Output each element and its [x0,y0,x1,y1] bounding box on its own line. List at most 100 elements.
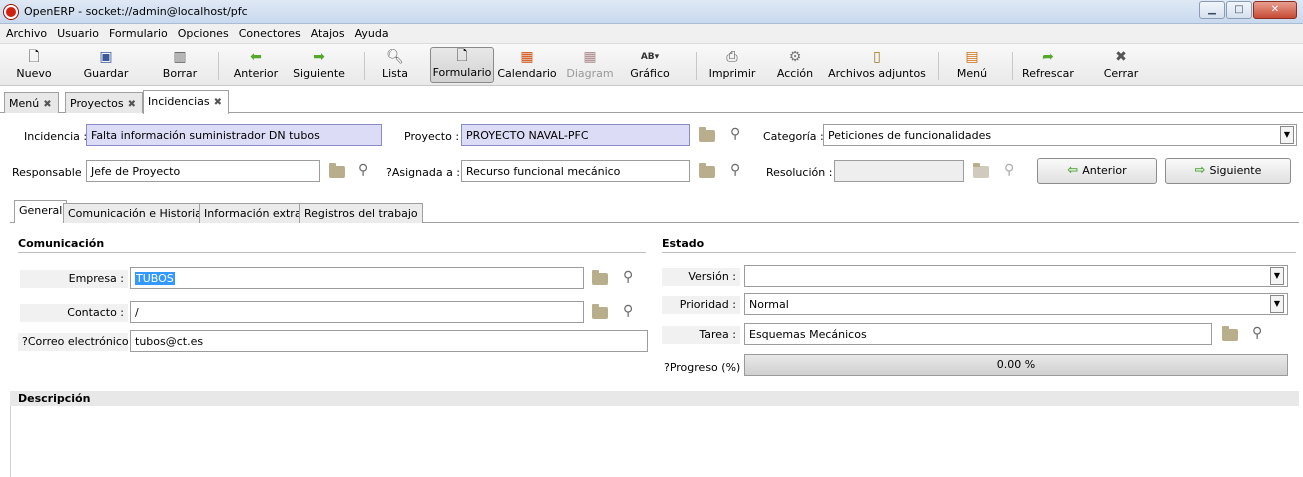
menu-opciones[interactable]: Opciones [178,27,229,40]
save-icon: ▣ [99,49,113,65]
arrow-right-icon: ⇨ [1194,163,1206,178]
search-icon[interactable]: ⚲ [1252,326,1266,340]
close-button[interactable]: ✖ Cerrar [1100,47,1142,83]
menu-archivo[interactable]: Archivo [6,27,47,40]
progress-text: 0.00 % [996,358,1036,371]
refresh-icon: ➦ [1042,49,1054,65]
tab-incidencias-label: Incidencias [148,95,210,108]
close-icon: ✖ [1115,49,1127,65]
folder-icon[interactable] [592,270,608,285]
menu-usuario[interactable]: Usuario [57,27,99,40]
graph-view-label: Gráfico [630,67,670,80]
empresa-label: Empresa : [20,270,128,288]
tab-comunicacion-historial[interactable]: Comunicación e Historial [63,203,210,223]
folder-icon[interactable] [329,163,345,178]
search-icon[interactable]: ⚲ [623,270,637,284]
asignada-label: ?Asignada a : [386,166,461,179]
folder-icon[interactable] [592,304,608,319]
search-icon[interactable]: ⚲ [623,304,637,318]
proyecto-label: Proyecto : [404,130,460,143]
prioridad-select[interactable]: Normal [744,293,1288,315]
responsable-label: Responsable : [12,166,89,179]
window-controls: ▁ □ ✕ [1198,1,1297,19]
refresh-button[interactable]: ➦ Refrescar [1020,47,1076,83]
menu-button[interactable]: ▤ Menú [952,47,992,83]
empresa-field[interactable]: TUBOS [130,267,584,289]
close-tab-icon[interactable]: ✖ [43,99,51,110]
toolbar-separator [1012,52,1013,80]
print-button[interactable]: ⎙ Imprimir [706,47,758,83]
list-view-label: Lista [382,67,408,80]
openerp-logo-icon [4,5,18,19]
incidencia-field[interactable]: Falta información suministrador DN tubos [86,124,382,146]
minimize-button[interactable]: ▁ [1199,1,1225,19]
chevron-down-icon[interactable]: ▼ [1270,295,1284,313]
close-tab-icon[interactable]: ✖ [128,99,136,110]
diagram-view-label: Diagram [566,67,614,80]
asignada-field[interactable]: Recurso funcional mecánico [461,160,690,182]
tab-informacion-extra[interactable]: Información extra [199,203,307,223]
prioridad-label: Prioridad : [662,296,740,314]
categoria-select[interactable]: Peticiones de funcionalidades [823,124,1297,146]
search-icon[interactable]: ⚲ [730,163,744,177]
tab-proyectos[interactable]: Proyectos ✖ [65,92,143,113]
chevron-down-icon[interactable]: ▼ [1270,267,1284,285]
list-view-button[interactable]: 🔍︎ Lista [378,47,412,83]
previous-record-button[interactable]: ⇦ Anterior [1037,158,1157,184]
toolbar-separator [938,52,939,80]
new-button-label: Nuevo [16,67,52,80]
close-tab-icon[interactable]: ✖ [214,97,222,108]
diagram-icon: ▦ [583,49,597,65]
tab-registros-trabajo[interactable]: Registros del trabajo [299,203,423,223]
tarea-field[interactable]: Esquemas Mecánicos [744,323,1212,345]
proyecto-field[interactable]: PROYECTO NAVAL-PFC [461,124,690,146]
graph-icon: AB▾ [640,52,660,62]
graph-view-button[interactable]: AB▾ Gráfico [626,47,674,83]
refresh-button-label: Refrescar [1022,67,1074,80]
calendar-view-button[interactable]: ▦ Calendario [497,47,557,83]
close-button-label: Cerrar [1103,67,1139,80]
empresa-value: TUBOS [135,272,175,285]
save-button[interactable]: ▣ Guardar [80,47,132,83]
folder-icon[interactable] [1222,326,1238,341]
next-button[interactable]: ➡ Siguiente [290,47,348,83]
menu-ayuda[interactable]: Ayuda [355,27,389,40]
correo-field[interactable]: tubos@ct.es [130,330,648,352]
folder-icon[interactable] [699,127,715,142]
printer-icon: ⎙ [726,49,738,65]
estado-section-title: Estado [662,237,1296,253]
tab-menu[interactable]: Menú ✖ [4,92,59,113]
next-record-button[interactable]: ⇨ Siguiente [1165,158,1291,184]
tarea-label: Tarea : [662,326,740,344]
tab-incidencias[interactable]: Incidencias ✖ [143,90,230,114]
close-window-button[interactable]: ✕ [1253,1,1297,19]
maximize-button[interactable]: □ [1226,1,1252,19]
tab-general[interactable]: General [14,200,68,223]
folder-icon[interactable] [699,163,715,178]
delete-button[interactable]: ▥ Borrar [160,47,200,83]
menu-atajos[interactable]: Atajos [311,27,345,40]
chevron-down-icon[interactable]: ▼ [1280,126,1294,144]
descripcion-textarea[interactable] [10,406,1299,477]
previous-button[interactable]: ⬅ Anterior [230,47,282,83]
print-button-label: Imprimir [708,67,756,80]
form-view-button[interactable]: 🗋 Formulario [430,47,494,83]
tab-menu-label: Menú [9,97,40,110]
resolucion-label: Resolución : [766,166,833,179]
toolbar-separator [218,52,219,80]
menu-conectores[interactable]: Conectores [239,27,301,40]
search-icon[interactable]: ⚲ [730,127,744,141]
attachments-button[interactable]: ▯ Archivos adjuntos [823,47,931,83]
magnifier-icon: 🔍︎ [386,49,404,65]
search-icon[interactable]: ⚲ [358,163,372,177]
responsable-field[interactable]: Jefe de Proyecto [86,160,320,182]
action-button[interactable]: ⚙ Acción [774,47,816,83]
action-button-label: Acción [776,67,814,80]
menu-formulario[interactable]: Formulario [109,27,168,40]
diagram-view-button[interactable]: ▦ Diagram [565,47,615,83]
arrow-left-icon: ⬅ [250,49,262,65]
contacto-field[interactable]: / [130,301,584,323]
resolucion-field[interactable] [834,160,964,182]
new-button[interactable]: 🗋 Nuevo [14,47,54,83]
version-select[interactable] [744,265,1288,287]
